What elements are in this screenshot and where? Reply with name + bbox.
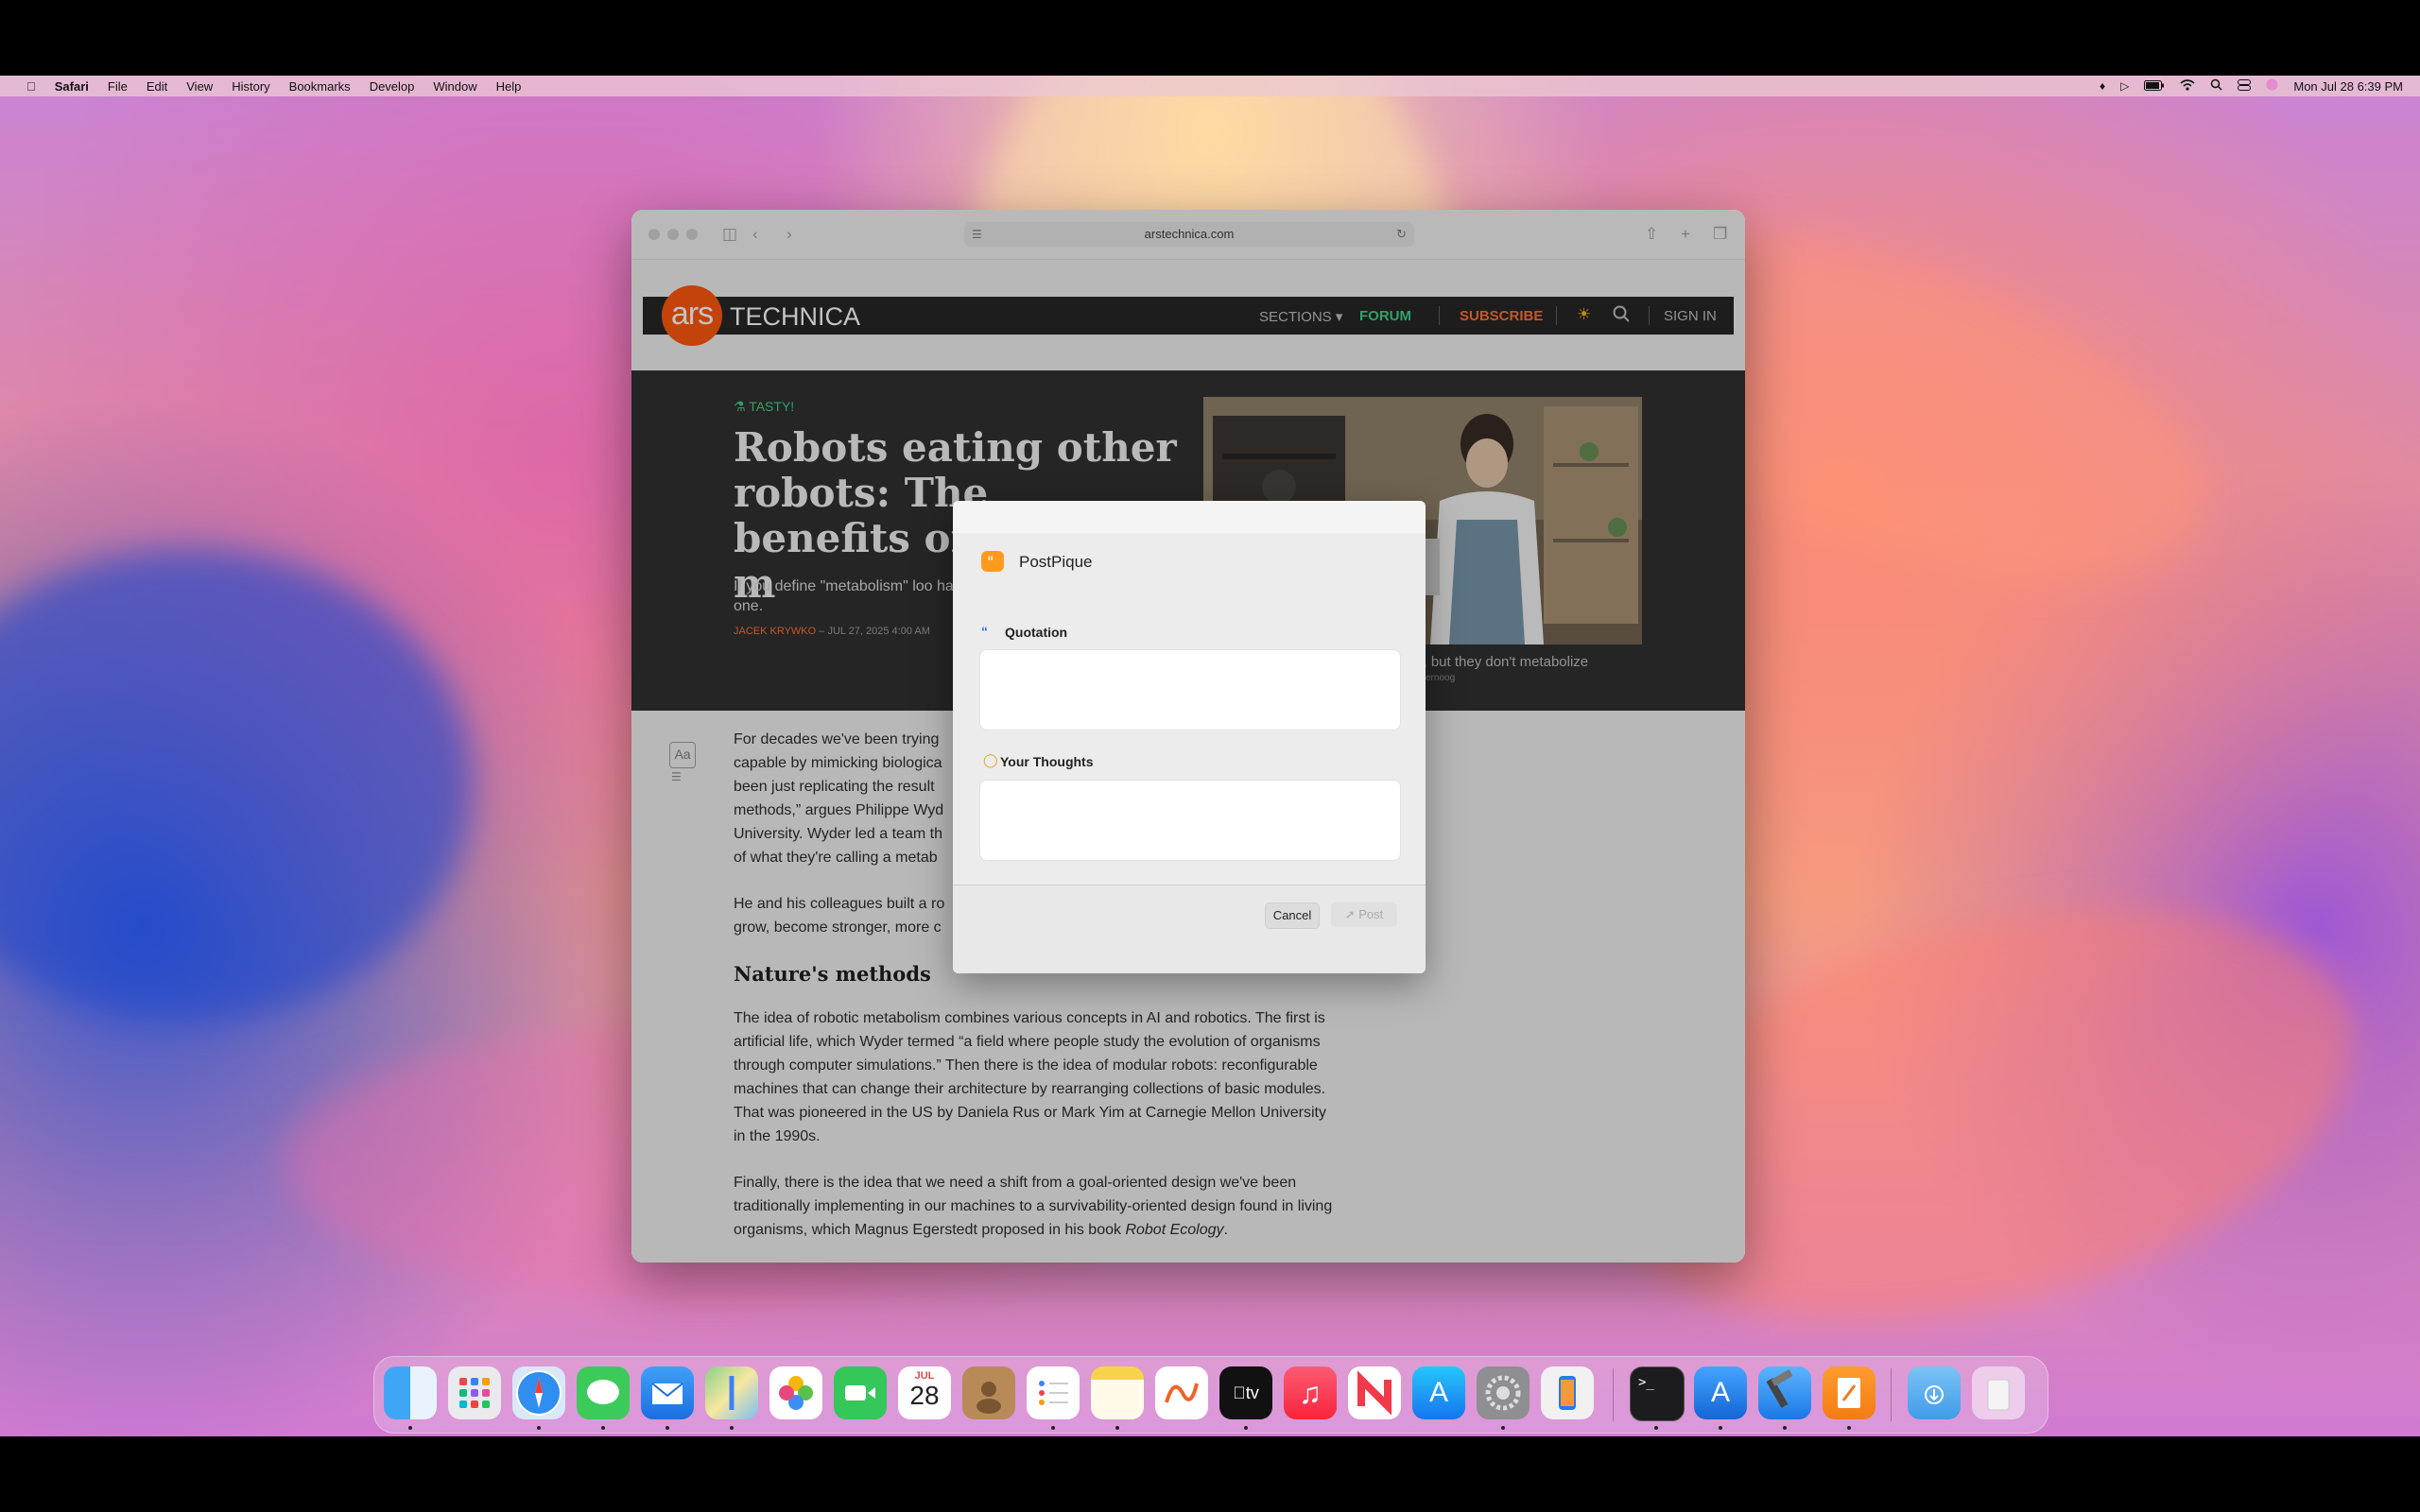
iphone-mirroring-icon[interactable]: [1541, 1366, 1594, 1419]
running-indicator: [1244, 1426, 1248, 1430]
apple-menu-icon[interactable]: : [17, 79, 45, 94]
running-indicator: [1783, 1426, 1787, 1430]
dialog-titlebar: [953, 501, 1426, 533]
menu-window[interactable]: Window: [424, 79, 486, 94]
running-indicator: [730, 1426, 734, 1430]
menu-history[interactable]: History: [222, 79, 279, 94]
calendar-month: JUL: [914, 1370, 935, 1382]
messages-icon[interactable]: [577, 1366, 630, 1419]
safari-icon[interactable]: [512, 1366, 565, 1419]
running-indicator: [1115, 1426, 1119, 1430]
running-indicator: [408, 1426, 412, 1430]
post-icon: ➚: [1344, 907, 1356, 921]
svg-text:": ": [987, 553, 994, 571]
postpique-dialog: " PostPique “ Quotation ◯ Your Thoughts …: [953, 501, 1426, 973]
menu-app-name[interactable]: Safari: [45, 79, 98, 94]
dialog-title: PostPique: [1019, 553, 1093, 571]
spotlight-icon[interactable]: [2210, 78, 2222, 94]
menu-view[interactable]: View: [177, 79, 222, 94]
xcode-icon[interactable]: [1758, 1366, 1811, 1419]
wifi-icon[interactable]: [2180, 78, 2195, 94]
launchpad-icon[interactable]: [448, 1366, 501, 1419]
photos-icon[interactable]: [769, 1366, 822, 1419]
post-button[interactable]: ➚ Post: [1331, 902, 1397, 927]
status-app-icon[interactable]: ♦: [2100, 79, 2105, 93]
terminal-icon[interactable]: >_: [1630, 1366, 1685, 1421]
menubar-clock[interactable]: Mon Jul 28 6:39 PM: [2293, 79, 2403, 94]
running-indicator: [1654, 1426, 1658, 1430]
running-indicator: [1501, 1426, 1505, 1430]
music-icon[interactable]: ♫: [1284, 1366, 1337, 1419]
facetime-icon[interactable]: [834, 1366, 887, 1419]
system-settings-icon[interactable]: [1477, 1366, 1530, 1419]
postpique-app-icon: ": [981, 551, 1004, 572]
dock: JUL 28 tv ♫ A >_ A: [373, 1356, 2048, 1434]
running-indicator: [601, 1426, 605, 1430]
tv-icon[interactable]: tv: [1219, 1366, 1272, 1419]
running-indicator: [1847, 1426, 1851, 1430]
maps-icon[interactable]: [705, 1366, 758, 1419]
mail-icon[interactable]: [641, 1366, 694, 1419]
battery-icon[interactable]: [2144, 79, 2165, 94]
running-indicator: [537, 1426, 541, 1430]
siri-icon[interactable]: [2266, 78, 2278, 94]
menu-bar:  Safari File Edit View History Bookmark…: [0, 76, 2420, 96]
play-status-icon[interactable]: ▷: [2120, 79, 2129, 93]
lightbulb-icon: ◯: [983, 752, 998, 767]
running-indicator: [1719, 1426, 1722, 1430]
menu-help[interactable]: Help: [487, 79, 531, 94]
running-indicator: [666, 1426, 669, 1430]
calendar-day: 28: [909, 1381, 940, 1410]
pages-icon[interactable]: [1823, 1366, 1876, 1419]
menu-bookmarks[interactable]: Bookmarks: [280, 79, 360, 94]
downloads-folder-icon[interactable]: [1908, 1366, 1961, 1419]
simulator-icon[interactable]: A: [1694, 1366, 1747, 1419]
dock-divider: [1891, 1368, 1892, 1421]
control-center-icon[interactable]: [2238, 78, 2252, 94]
quotation-label: Quotation: [1005, 625, 1068, 640]
freeform-icon[interactable]: [1155, 1366, 1208, 1419]
news-icon[interactable]: [1348, 1366, 1401, 1419]
quote-icon: “: [981, 624, 988, 639]
reminders-icon[interactable]: [1027, 1366, 1080, 1419]
cancel-button[interactable]: Cancel: [1265, 902, 1320, 929]
menu-develop[interactable]: Develop: [360, 79, 424, 94]
running-indicator: [1051, 1426, 1055, 1430]
notes-icon[interactable]: [1091, 1366, 1144, 1419]
calendar-icon[interactable]: JUL 28: [898, 1366, 951, 1419]
thoughts-label: Your Thoughts: [1000, 754, 1094, 769]
dock-divider: [1613, 1368, 1614, 1421]
trash-icon[interactable]: [1972, 1366, 2025, 1419]
quotation-field[interactable]: [979, 649, 1401, 730]
app-store-icon[interactable]: A: [1412, 1366, 1465, 1419]
menu-file[interactable]: File: [98, 79, 137, 94]
thoughts-field[interactable]: [979, 780, 1401, 861]
dialog-footer: [953, 885, 1426, 973]
contacts-icon[interactable]: [962, 1366, 1015, 1419]
finder-icon[interactable]: [384, 1366, 437, 1419]
menu-edit[interactable]: Edit: [137, 79, 177, 94]
